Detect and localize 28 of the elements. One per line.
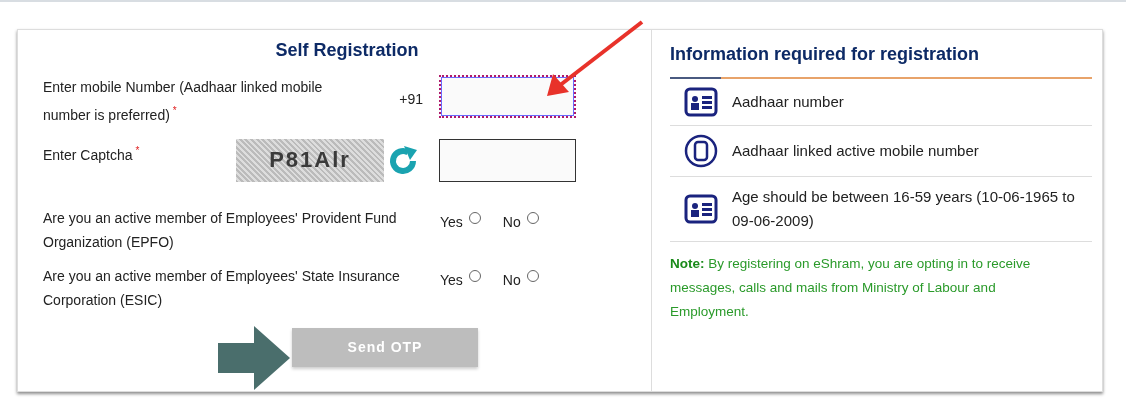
id-card-icon [684, 87, 718, 117]
pointer-arrow [218, 326, 290, 390]
form-title: Self Registration [274, 40, 420, 61]
captcha-label: Enter Captcha $^{*}$ [43, 143, 141, 165]
radio-option[interactable]: Yes [440, 271, 481, 288]
note-text: Note: By registering on eShram, you are opting in to receive messages, calls and mails from Ministry of Labour and Employment. [670, 255, 1032, 321]
radio-circle[interactable] [468, 269, 481, 282]
requirement-text: Aadhaar linked active mobile number [732, 141, 980, 161]
mobile-label: Enter mobile Number (Aadhaar linked mobile number is preferred) $^{*}$ [43, 78, 324, 125]
radio-circle[interactable] [526, 211, 539, 224]
radio-circle[interactable] [468, 211, 481, 224]
radio-circle[interactable] [526, 269, 539, 282]
mobile-input[interactable] [439, 75, 576, 118]
info-title: Information required for registration [670, 44, 981, 65]
question-text: Are you an active member of Employees' State Insurance Corporation (ESIC) [43, 266, 401, 310]
captcha-input[interactable] [439, 138, 576, 182]
id-card-icon [684, 194, 718, 224]
country-code: +91 [399, 91, 423, 107]
question-text: Are you an active member of Employees' Provident Fund Organization (EPFO) [43, 208, 398, 252]
radio-option[interactable]: No [502, 213, 539, 230]
required-mark: * [135, 144, 140, 156]
phone-icon [684, 134, 718, 168]
radio-option[interactable]: No [502, 271, 539, 288]
captcha-image: P81Alr [236, 138, 384, 182]
required-mark: * [172, 105, 177, 116]
requirement-text: Aadhaar number [732, 92, 845, 112]
radio-option[interactable]: Yes [440, 213, 481, 230]
requirement-text: Age should be between 16-59 years (10-06-1965 to 09-06-2009) [732, 187, 1076, 231]
